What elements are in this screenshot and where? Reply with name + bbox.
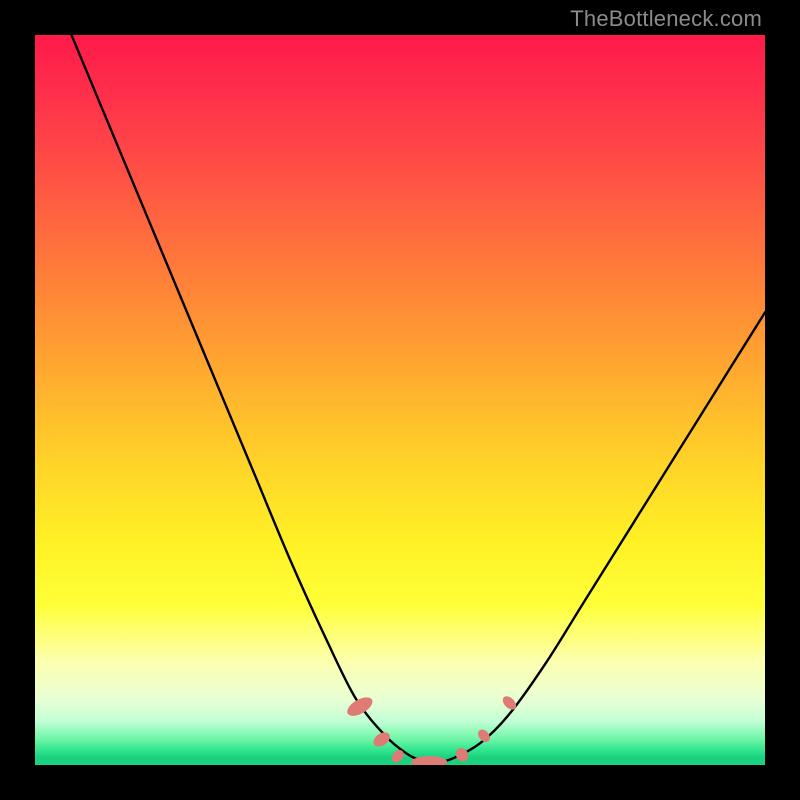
plot-area	[35, 35, 765, 765]
bottleneck-curve	[72, 35, 766, 762]
curve-marker	[500, 694, 518, 712]
curve-layer	[35, 35, 765, 765]
curve-marker	[411, 756, 447, 765]
curve-marker	[453, 746, 471, 764]
marker-group	[344, 694, 518, 765]
watermark-text: TheBottleneck.com	[570, 6, 762, 32]
chart-frame: TheBottleneck.com	[0, 0, 800, 800]
curve-marker	[344, 694, 375, 720]
